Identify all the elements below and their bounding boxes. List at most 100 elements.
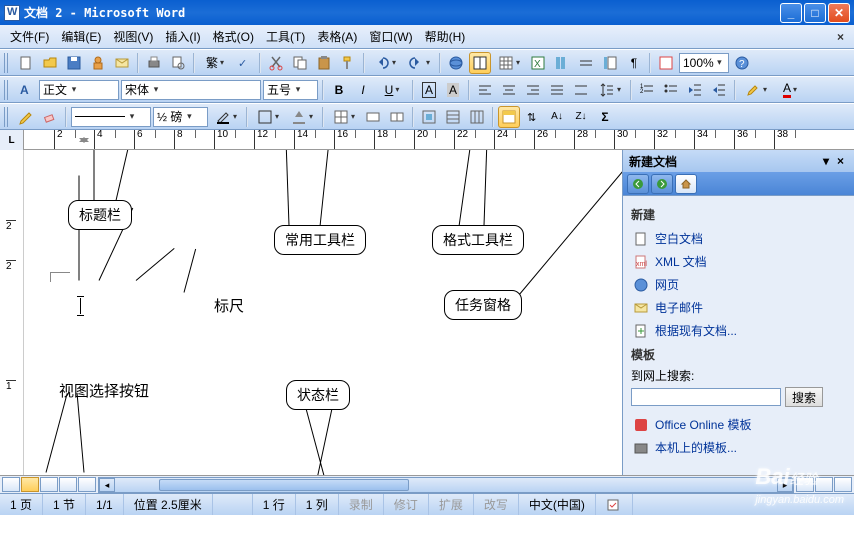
chinese-layout-button[interactable] [655,52,677,74]
table-autoformat-button[interactable] [498,106,520,128]
spelling-button[interactable]: 繁 [199,52,231,74]
menu-table[interactable]: 表格(A) [311,25,363,48]
web-layout-view-button[interactable] [21,477,39,492]
save-button[interactable] [63,52,85,74]
reading-view-button[interactable] [78,477,96,492]
paste-button[interactable] [313,52,335,74]
nav-forward-button[interactable] [651,174,673,194]
align-center-button[interactable] [498,79,520,101]
status-column[interactable]: 1 列 [296,494,339,515]
distribute-cols-button[interactable] [466,106,488,128]
styles-button[interactable]: A [15,79,37,101]
vertical-ruler[interactable]: 2 2 1 [0,150,24,475]
help-button[interactable]: ? [731,52,753,74]
status-language[interactable]: 中文(中国) [519,494,596,515]
search-input[interactable] [631,388,781,406]
bullets-button[interactable] [660,79,682,101]
numbering-button[interactable]: 12 [636,79,658,101]
zoom-combo[interactable]: 100%▾ [679,53,729,73]
undo-button[interactable] [369,52,401,74]
cut-button[interactable] [265,52,287,74]
link-from-existing[interactable]: 根据现有文档... [631,319,846,342]
link-xml-doc[interactable]: xmlXML 文档 [631,250,846,273]
line-style-combo[interactable]: ▾ [71,107,151,127]
search-button[interactable]: 搜索 [785,387,823,407]
hyperlink-button[interactable] [445,52,467,74]
minimize-button[interactable]: _ [780,3,802,23]
permission-button[interactable] [87,52,109,74]
align-justify-button[interactable] [546,79,568,101]
print-button[interactable] [143,52,165,74]
tab-selector[interactable]: L [0,130,24,150]
scroll-thumb[interactable] [159,479,409,491]
normal-view-button[interactable] [2,477,20,492]
align-right-button[interactable] [522,79,544,101]
menu-view[interactable]: 视图(V) [107,25,159,48]
menu-help[interactable]: 帮助(H) [419,25,472,48]
autosum-button[interactable]: Σ [594,106,616,128]
border-color-button[interactable] [210,106,242,128]
link-email[interactable]: 电子邮件 [631,296,846,319]
status-line[interactable]: 1 行 [253,494,296,515]
next-page-button[interactable] [834,477,852,492]
line-spacing-button[interactable] [594,79,626,101]
nav-home-button[interactable] [675,174,697,194]
draw-table-button[interactable] [15,106,37,128]
eraser-button[interactable] [39,106,61,128]
distribute-button[interactable] [570,79,592,101]
print-preview-button[interactable] [167,52,189,74]
horizontal-scrollbar[interactable]: ◂ ▸ [98,477,794,493]
horizontal-ruler[interactable]: 2468101214161820222426283032343638 [24,130,854,149]
align-cell-button[interactable] [418,106,440,128]
bold-button[interactable]: B [328,79,350,101]
link-local-templates[interactable]: 本机上的模板... [631,436,846,459]
toolbar-grip[interactable] [4,80,10,100]
close-button[interactable]: ✕ [828,3,850,23]
docmap-button[interactable] [599,52,621,74]
status-track[interactable]: 修订 [384,494,429,515]
insert-table-button2[interactable] [328,106,360,128]
status-position[interactable]: 位置 2.5厘米 [124,494,213,515]
toolbar-grip[interactable] [4,107,10,127]
new-button[interactable] [15,52,37,74]
italic-button[interactable]: I [352,79,374,101]
format-painter-button[interactable] [337,52,359,74]
status-extend[interactable]: 扩展 [429,494,474,515]
insert-table-button[interactable] [493,52,525,74]
style-combo[interactable]: 正文▾ [39,80,119,100]
maximize-button[interactable]: □ [804,3,826,23]
drawing-button[interactable] [575,52,597,74]
taskpane-menu-button[interactable]: ▾ [819,154,833,168]
document-area[interactable]: 标题栏 常用工具栏 格式工具栏 标尺 任务窗格 视图选择按钮 状态栏 [24,150,622,475]
status-page[interactable]: 1 页 [0,494,43,515]
shading-color-button[interactable] [286,106,318,128]
line-weight-combo[interactable]: ½ 磅▾ [153,107,208,127]
char-shading-button[interactable]: A [442,79,464,101]
status-section[interactable]: 1 节 [43,494,86,515]
highlight-button[interactable] [740,79,772,101]
select-browse-button[interactable] [815,477,833,492]
scroll-right-button[interactable]: ▸ [777,478,793,492]
prev-page-button[interactable] [796,477,814,492]
menu-tools[interactable]: 工具(T) [260,25,311,48]
taskpane-close-button[interactable]: × [833,154,848,168]
split-cells-button[interactable] [386,106,408,128]
outline-view-button[interactable] [59,477,77,492]
link-office-online[interactable]: Office Online 模板 [631,413,846,436]
font-combo[interactable]: 宋体▾ [121,80,261,100]
copy-button[interactable] [289,52,311,74]
decrease-indent-button[interactable] [684,79,706,101]
open-button[interactable] [39,52,61,74]
nav-back-button[interactable] [627,174,649,194]
redo-button[interactable] [403,52,435,74]
menu-format[interactable]: 格式(O) [207,25,260,48]
distribute-rows-button[interactable] [442,106,464,128]
fontsize-combo[interactable]: 五号▾ [263,80,318,100]
change-direction-button[interactable]: ⇅ [522,106,544,128]
underline-button[interactable]: U [376,79,408,101]
menu-insert[interactable]: 插入(I) [159,25,206,48]
research-button[interactable]: ✓ [233,52,255,74]
char-border-button[interactable]: A [418,79,440,101]
sort-desc-button[interactable]: Z↓ [570,106,592,128]
menu-window[interactable]: 窗口(W) [363,25,418,48]
